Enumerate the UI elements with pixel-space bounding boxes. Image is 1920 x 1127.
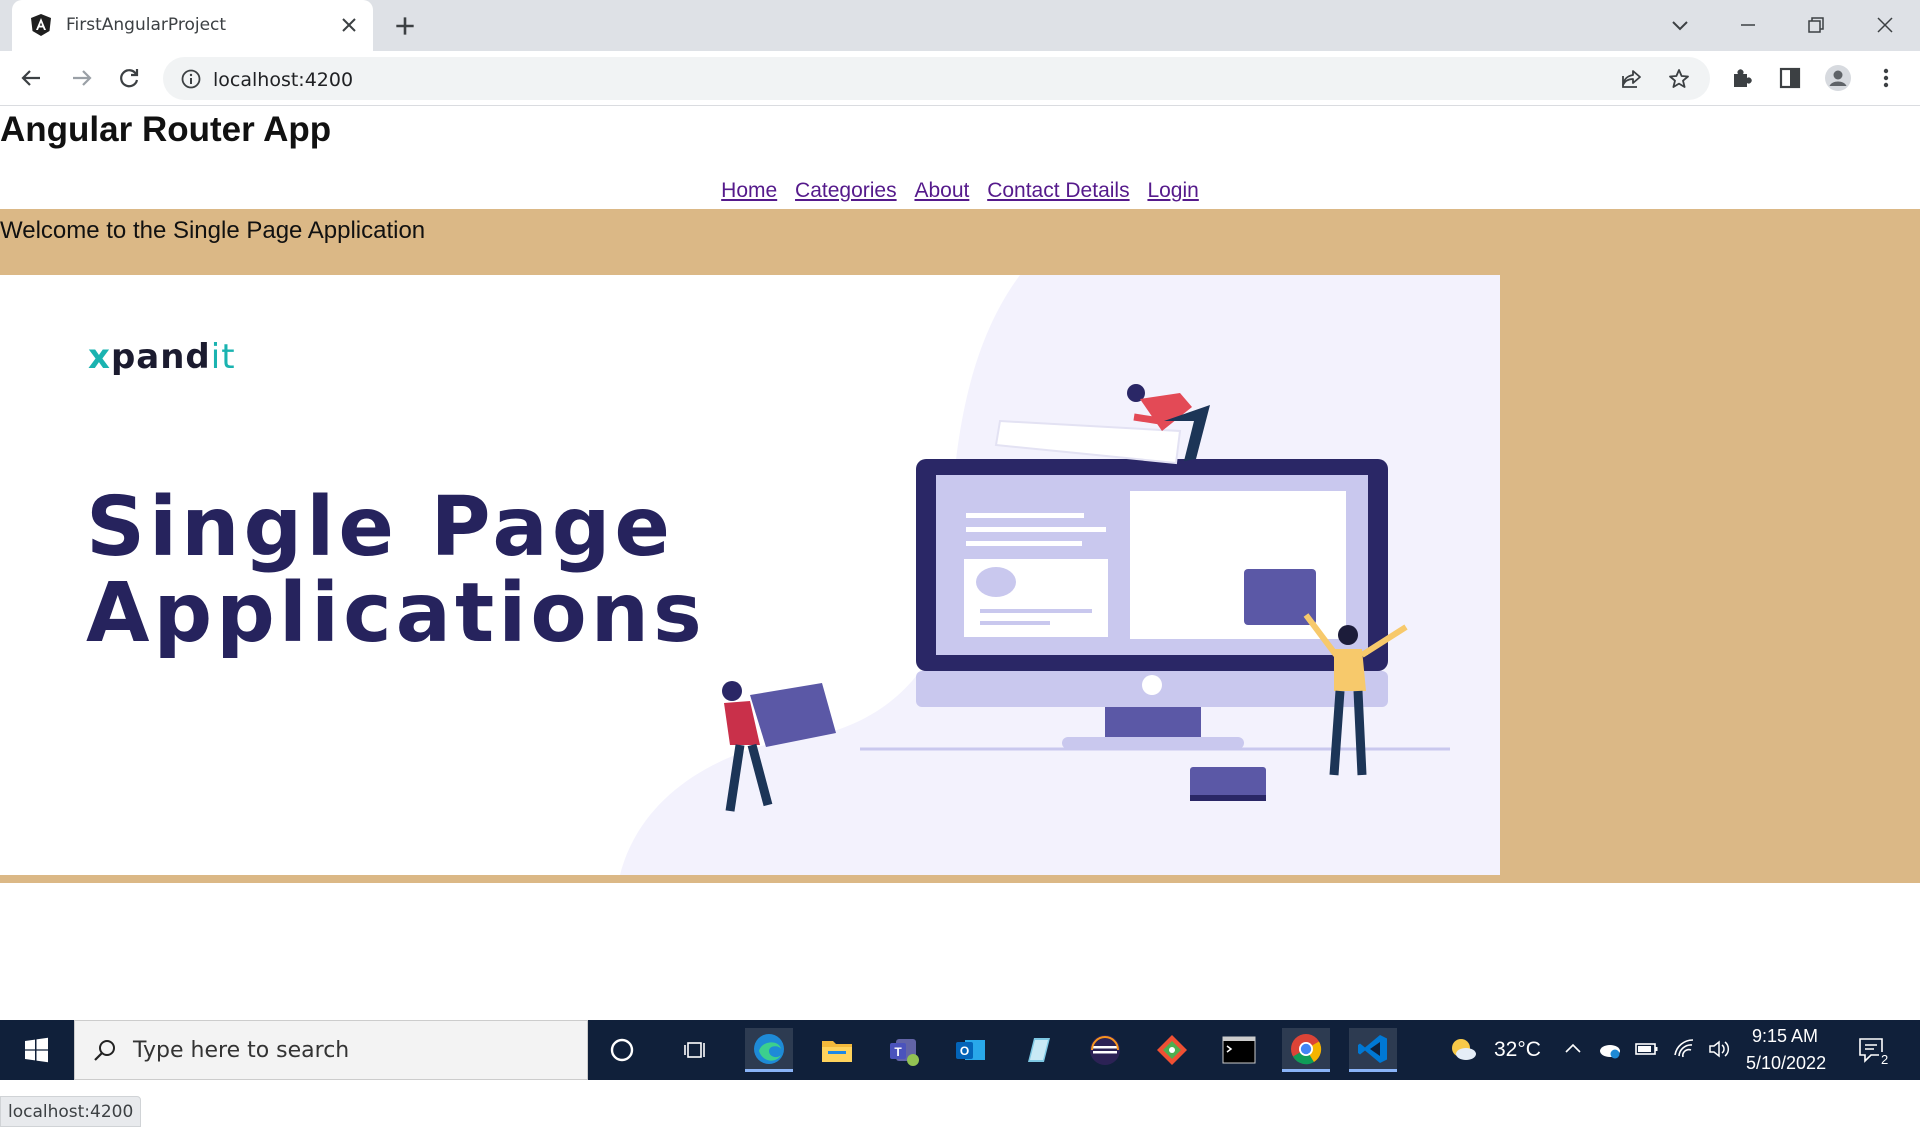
task-view-icon[interactable] <box>672 1028 720 1072</box>
nav-link-categories[interactable]: Categories <box>795 179 897 202</box>
chrome-icon[interactable] <box>1282 1028 1330 1072</box>
nav-link-about[interactable]: About <box>914 179 969 202</box>
terminal-icon[interactable] <box>1215 1028 1263 1072</box>
temperature-text[interactable]: 32°C <box>1494 1038 1541 1062</box>
svg-text:O: O <box>960 1044 969 1058</box>
xpandit-logo: xpandit <box>88 337 236 377</box>
search-placeholder: Type here to search <box>133 1038 350 1063</box>
app-title: Angular Router App <box>0 110 332 149</box>
url-text[interactable]: localhost:4200 <box>213 69 353 91</box>
search-icon <box>94 1040 115 1061</box>
volume-icon[interactable] <box>1706 1036 1732 1062</box>
site-info-icon[interactable] <box>180 68 202 90</box>
web-page: Angular Router App Home Categories About… <box>0 107 1920 1127</box>
new-tab-icon[interactable] <box>392 13 418 39</box>
nav-link-home[interactable]: Home <box>721 179 777 202</box>
windows-start-icon[interactable] <box>0 1020 72 1080</box>
file-explorer-icon[interactable] <box>813 1028 861 1072</box>
bookmark-star-icon[interactable] <box>1667 67 1691 91</box>
minimize-icon[interactable] <box>1733 10 1763 40</box>
clock-time[interactable]: 9:15 AM <box>1752 1026 1818 1047</box>
share-icon[interactable] <box>1619 67 1643 91</box>
welcome-text: Welcome to the Single Page Application <box>0 217 426 244</box>
notepad-icon[interactable] <box>1014 1028 1062 1072</box>
cortana-icon[interactable] <box>598 1028 646 1072</box>
windows-taskbar: Type here to search T O 32°C 9:15 AM 5/1… <box>0 1020 1920 1080</box>
reload-icon[interactable] <box>115 64 143 92</box>
side-panel-icon[interactable] <box>1776 64 1804 92</box>
restore-icon[interactable] <box>1801 10 1831 40</box>
outlook-icon[interactable]: O <box>947 1028 995 1072</box>
teams-icon[interactable]: T <box>880 1028 928 1072</box>
wifi-icon[interactable] <box>1672 1036 1698 1062</box>
git-icon[interactable] <box>1148 1028 1196 1072</box>
profile-avatar-icon[interactable] <box>1824 64 1852 92</box>
address-bar[interactable]: localhost:4200 <box>163 57 1710 100</box>
nav-link-contact-details[interactable]: Contact Details <box>987 179 1129 202</box>
battery-icon[interactable] <box>1634 1038 1660 1060</box>
status-bar-url: localhost:4200 <box>0 1096 142 1127</box>
edge-icon[interactable] <box>745 1028 793 1072</box>
svg-text:T: T <box>894 1045 902 1059</box>
nav-link-login[interactable]: Login <box>1147 179 1198 202</box>
close-tab-icon[interactable] <box>337 13 361 37</box>
forward-icon[interactable] <box>67 64 95 92</box>
extensions-icon[interactable] <box>1728 64 1756 92</box>
weather-icon[interactable] <box>1448 1035 1478 1065</box>
back-icon[interactable] <box>18 64 46 92</box>
angular-favicon-icon <box>31 14 51 36</box>
eclipse-icon[interactable] <box>1081 1028 1129 1072</box>
browser-tab[interactable]: FirstAngularProject <box>12 0 373 51</box>
main-nav: Home Categories About Contact Details Lo… <box>0 179 1920 203</box>
hero-image: xpandit Single Page Applications <box>0 275 1500 875</box>
onedrive-icon[interactable] <box>1596 1037 1622 1061</box>
tab-title: FirstAngularProject <box>66 15 227 35</box>
browser-toolbar: localhost:4200 <box>0 51 1920 106</box>
tab-strip: FirstAngularProject <box>0 0 1920 51</box>
tab-search-icon[interactable] <box>1665 10 1695 40</box>
close-window-icon[interactable] <box>1870 10 1900 40</box>
vscode-icon[interactable] <box>1349 1028 1397 1072</box>
taskbar-search-box[interactable]: Type here to search <box>74 1020 588 1080</box>
spa-illustration <box>620 275 1500 875</box>
router-outlet-content: Welcome to the Single Page Application x… <box>0 209 1920 883</box>
clock-date[interactable]: 5/10/2022 <box>1746 1053 1826 1074</box>
notification-count: 2 <box>1879 1052 1891 1067</box>
chevron-up-icon[interactable] <box>1562 1038 1584 1060</box>
menu-more-icon[interactable] <box>1872 64 1900 92</box>
